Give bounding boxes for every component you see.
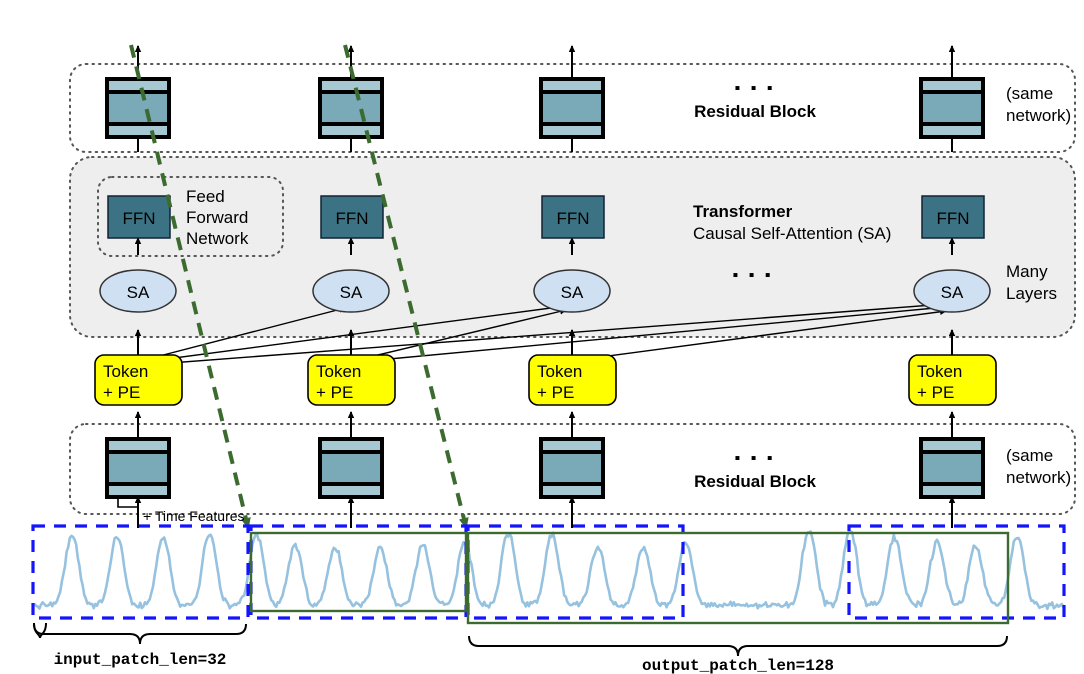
sa-label-1: SA	[127, 283, 150, 302]
ffn-group-line1: Feed	[186, 187, 225, 206]
output-patch-1	[249, 531, 468, 613]
bottom-residual-note-line2: network)	[1006, 468, 1071, 487]
time-series-plot	[31, 530, 1065, 611]
architecture-diagram: ▪ ▪ ▪ Residual Block (same network) Feed…	[31, 44, 1076, 674]
ffn-label-3: FFN	[556, 209, 589, 228]
token-pe-box-4: Token + PE	[908, 354, 997, 406]
time-features-label: + Time Features	[143, 508, 245, 524]
token-pe-boxes: Token + PE Token + PE Token + PE Token +…	[94, 354, 997, 406]
residual-block-bottom-1	[105, 437, 171, 499]
ffn-box-3: FFN	[541, 195, 605, 239]
ffn-label-1: FFN	[122, 209, 155, 228]
diagram-canvas: ▪ ▪ ▪ Residual Block (same network) Feed…	[0, 0, 1084, 674]
token-label-2b: + PE	[316, 383, 353, 402]
top-residual-dots: ▪ ▪ ▪	[735, 80, 776, 97]
token-label-4b: + PE	[917, 383, 954, 402]
series-to-residual-lines	[134, 496, 956, 528]
input-patch-brace	[33, 623, 247, 645]
token-label-1b: + PE	[103, 383, 140, 402]
time-series-line	[31, 530, 1065, 611]
residual-block-top-2	[318, 77, 384, 139]
bottom-residual-dots: ▪ ▪ ▪	[735, 450, 776, 467]
sa-label-2: SA	[340, 283, 363, 302]
many-layers-line1: Many	[1006, 262, 1048, 281]
sa-node-4: SA	[913, 269, 991, 313]
residual-block-top-1	[105, 77, 171, 139]
token-pe-box-2: Token + PE	[307, 354, 396, 406]
transformer-dots: ▪ ▪ ▪	[733, 267, 774, 284]
ffn-group-line3: Network	[186, 229, 249, 248]
token-label-2a: Token	[316, 362, 361, 381]
transformer-subtitle: Causal Self-Attention (SA)	[693, 224, 891, 243]
output-patch-rects	[249, 531, 1010, 625]
token-pe-box-3: Token + PE	[528, 354, 617, 406]
input-patch-len-label: input_patch_len=32	[54, 651, 227, 669]
token-label-4a: Token	[917, 362, 962, 381]
token-pe-box-1: Token + PE	[94, 354, 183, 406]
ffn-label-4: FFN	[936, 209, 969, 228]
top-residual-note-line2: network)	[1006, 106, 1071, 125]
sa-label-3: SA	[561, 283, 584, 302]
sa-node-2: SA	[312, 269, 390, 313]
sa-node-1: SA	[99, 269, 177, 313]
output-patch-len-label: output_patch_len=128	[642, 657, 834, 674]
output-patch-brace	[468, 635, 1008, 657]
residual-block-bottom-3	[539, 437, 605, 499]
many-layers-line2: Layers	[1006, 284, 1057, 303]
ffn-label-2: FFN	[335, 209, 368, 228]
bottom-residual-note-line1: (same	[1006, 446, 1053, 465]
top-residual-blocks	[105, 77, 985, 139]
residual-block-top-4	[919, 77, 985, 139]
residual-block-bottom-2	[318, 437, 384, 499]
top-residual-note-line1: (same	[1006, 84, 1053, 103]
residual-block-bottom-4	[919, 437, 985, 499]
ffn-box-2: FFN	[320, 195, 384, 239]
sa-label-4: SA	[941, 283, 964, 302]
time-features-annotation: + Time Features	[117, 495, 245, 528]
bottom-residual-label: Residual Block	[694, 472, 816, 491]
token-label-3a: Token	[537, 362, 582, 381]
residual-block-top-3	[539, 77, 605, 139]
token-label-1a: Token	[103, 362, 148, 381]
ffn-box-4: FFN	[921, 195, 985, 239]
ffn-group-line2: Forward	[186, 208, 248, 227]
token-label-3b: + PE	[537, 383, 574, 402]
ffn-box-1: FFN	[107, 195, 171, 239]
sa-node-3: SA	[533, 269, 611, 313]
top-residual-label: Residual Block	[694, 102, 816, 121]
bottom-residual-blocks	[105, 437, 985, 499]
transformer-title: Transformer	[693, 202, 793, 221]
